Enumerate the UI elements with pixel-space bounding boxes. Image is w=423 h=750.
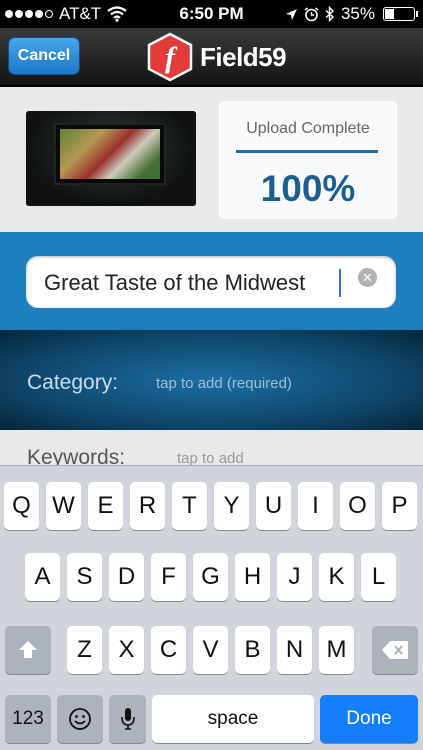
location-arrow-icon (285, 8, 297, 20)
emoji-smiley-icon (69, 708, 91, 730)
key-w[interactable]: W (46, 482, 81, 530)
key-s[interactable]: S (67, 553, 102, 601)
keywords-row[interactable]: Keywords: tap to add (0, 430, 423, 465)
key-y[interactable]: Y (214, 482, 249, 530)
alarm-clock-icon (304, 6, 319, 21)
microphone-icon (120, 708, 135, 730)
key-d[interactable]: D (109, 553, 144, 601)
key-q[interactable]: Q (4, 482, 39, 530)
battery-percent: 35% (340, 4, 375, 23)
clear-text-icon[interactable]: ✕ (358, 268, 377, 287)
upload-status-card: Upload Complete 100% (219, 101, 397, 219)
key-h[interactable]: H (235, 553, 270, 601)
key-a[interactable]: A (25, 553, 60, 601)
keywords-label: Keywords: (27, 446, 126, 465)
done-key[interactable]: Done (320, 695, 418, 743)
title-input-text: Great Taste of the Midwest (44, 270, 306, 295)
battery-icon (383, 7, 418, 21)
key-i[interactable]: I (298, 482, 333, 530)
key-u[interactable]: U (256, 482, 291, 530)
key-n[interactable]: N (277, 626, 312, 674)
shift-key[interactable] (5, 626, 51, 674)
space-key[interactable]: space (152, 695, 314, 743)
category-row[interactable]: Category: tap to add (required) (0, 330, 423, 430)
battery-fill (385, 9, 395, 19)
key-x[interactable]: X (109, 626, 144, 674)
upload-status-label: Upload Complete (246, 120, 370, 137)
key-j[interactable]: J (277, 553, 312, 601)
key-r[interactable]: R (130, 482, 165, 530)
status-right: 35% (285, 4, 418, 24)
navigation-bar: Cancel f Field59 (0, 28, 423, 86)
key-t[interactable]: T (172, 482, 207, 530)
title-section: Great Taste of the Midwest ✕ (0, 232, 423, 330)
key-e[interactable]: E (88, 482, 123, 530)
bluetooth-icon (325, 6, 334, 22)
category-hint: tap to add (required) (156, 375, 292, 392)
field59-hexagon-logo-icon: f (147, 32, 193, 82)
app-name: Field59 (200, 41, 287, 72)
keywords-hint: tap to add (177, 450, 244, 465)
video-thumbnail[interactable] (26, 111, 196, 206)
key-l[interactable]: L (361, 553, 396, 601)
title-input[interactable]: Great Taste of the Midwest ✕ (26, 256, 396, 308)
status-bar: AT&T 6:50 PM 35% (0, 0, 423, 28)
key-m[interactable]: M (319, 626, 354, 674)
key-p[interactable]: P (382, 482, 417, 530)
dictation-key[interactable] (109, 695, 146, 743)
key-z[interactable]: Z (67, 626, 102, 674)
cancel-button[interactable]: Cancel (8, 37, 80, 75)
upload-percent: 100% (260, 168, 356, 209)
emoji-key[interactable] (57, 695, 103, 743)
key-g[interactable]: G (193, 553, 228, 601)
upload-progress-bar (236, 150, 378, 153)
on-screen-keyboard: 123 space Done QWERTYUIOP ASDFGHJKL ZXCVBN… (0, 465, 423, 750)
delete-backward-icon (382, 641, 408, 659)
key-v[interactable]: V (193, 626, 228, 674)
numbers-key[interactable]: 123 (5, 695, 51, 743)
shift-arrow-icon (19, 641, 37, 658)
key-b[interactable]: B (235, 626, 270, 674)
text-cursor (339, 269, 341, 297)
key-o[interactable]: O (340, 482, 375, 530)
upload-form: Upload Complete 100% Great Taste of the … (0, 87, 423, 465)
key-f[interactable]: F (151, 553, 186, 601)
category-label: Category: (27, 371, 119, 394)
key-k[interactable]: K (319, 553, 354, 601)
key-c[interactable]: C (151, 626, 186, 674)
app-logo: f Field59 (146, 32, 287, 82)
tv-image (54, 123, 166, 185)
backspace-key[interactable] (372, 626, 418, 674)
